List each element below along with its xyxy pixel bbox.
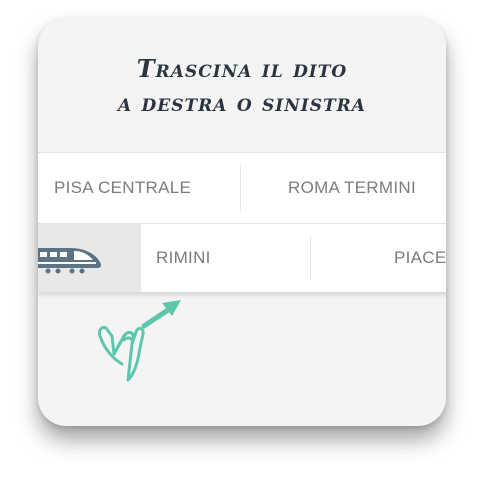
swipe-arrow-icon xyxy=(141,300,181,329)
tutorial-card: Trascina il dito a destra o sinistra PIS… xyxy=(38,18,446,426)
hand-pointer-icon xyxy=(98,326,145,382)
swipe-hint xyxy=(98,300,181,382)
